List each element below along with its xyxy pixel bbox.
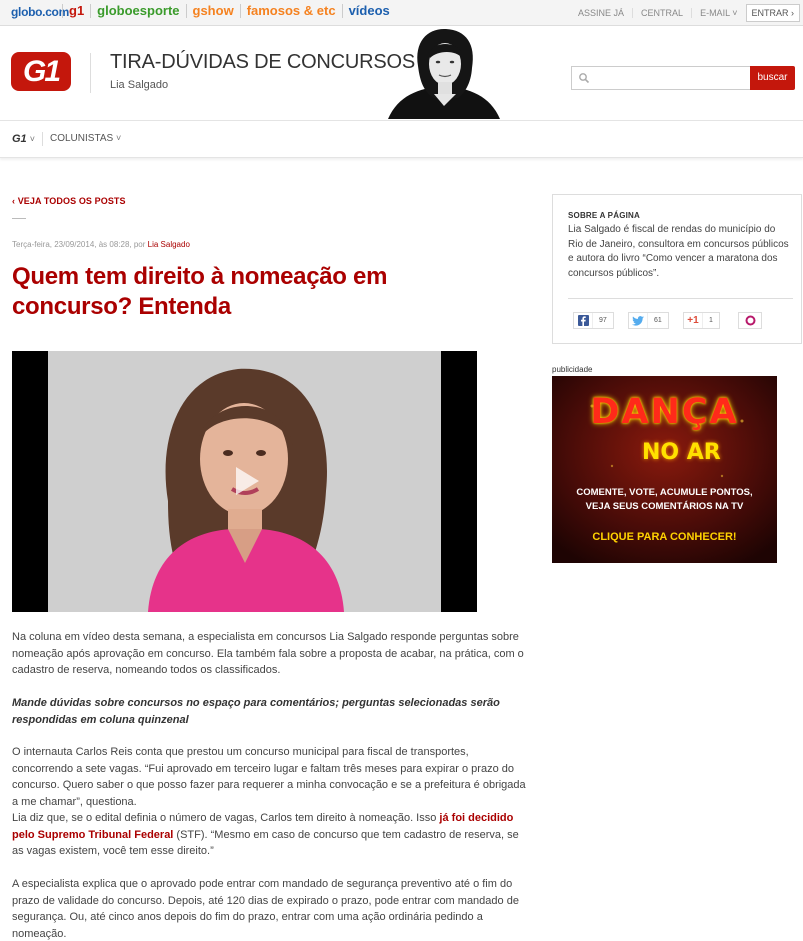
post-paragraph: Lia diz que, se o edital definia o númer… [12, 810, 532, 860]
author-portrait [388, 28, 500, 119]
ad-line-2: VEJA SEUS COMENTÁRIOS NA TV [585, 501, 744, 512]
gplus-icon: +1 [687, 315, 699, 326]
account-links: ASSINE JÁ CENTRAL E-MAIL ˅ ENTRAR › [570, 0, 803, 25]
post-author-link[interactable]: Lia Salgado [148, 240, 190, 249]
subscribe-link[interactable]: ASSINE JÁ [570, 8, 632, 18]
paragraph-text: Lia diz que, se o edital definia o númer… [12, 812, 440, 824]
callout-text: Mande dúvidas sobre concursos no espaço … [12, 697, 500, 726]
video-player[interactable] [12, 351, 477, 612]
about-box: SOBRE A PÁGINA Lia Salgado é fiscal de r… [552, 194, 802, 344]
site-famosos-link[interactable]: famosos & etc [239, 4, 342, 18]
search-input[interactable] [594, 69, 744, 87]
post-paragraph-callout: Mande dúvidas sobre concursos no espaço … [12, 695, 532, 728]
search-box [571, 66, 751, 90]
post-title: Quem tem direito à nomeação em concurso?… [12, 263, 388, 320]
ad-text: COMENTE, VOTE, ACUMULE PONTOS, VEJA SEUS… [552, 486, 777, 514]
sites-menu: g1 globoesporte gshow famosos & etc víde… [62, 4, 396, 18]
search-icon [579, 73, 590, 84]
search-button[interactable]: buscar [750, 66, 795, 90]
facebook-share-button[interactable]: 97 [573, 312, 614, 329]
chevron-down-icon: ˅ [115, 133, 122, 143]
about-label: SOBRE A PÁGINA [568, 211, 640, 220]
post-paragraph: O internauta Carlos Reis conta que prest… [12, 746, 526, 808]
g1-logo[interactable]: G1 [11, 52, 71, 91]
globo-com-link[interactable]: globo.com [11, 5, 69, 19]
divider [12, 218, 26, 219]
post-paragraph: Na coluna em vídeo desta semana, a espec… [12, 631, 524, 676]
nav-colunistas-menu[interactable]: COLUNISTAS ˅ [50, 133, 121, 144]
site-gshow-link[interactable]: gshow [185, 4, 240, 18]
nav-colunistas-label: COLUNISTAS [50, 133, 114, 144]
back-to-posts-link[interactable]: ‹ VEJA TODOS OS POSTS [12, 196, 126, 206]
facebook-count: 97 [592, 313, 613, 328]
section-nav: G1 ˅ COLUNISTAS ˅ [0, 120, 803, 158]
more-share-button[interactable] [738, 312, 762, 329]
post-dateline: Terça-feira, 23/09/2014, às 08:28, por L… [12, 240, 190, 249]
ad-cta[interactable]: CLIQUE PARA CONHECER! [552, 531, 777, 543]
post-date: Terça-feira, 23/09/2014, às 08:28, por [12, 240, 148, 249]
circle-share-icon [741, 313, 759, 328]
post-paragraph: A especialista explica que o aprovado po… [12, 878, 519, 940]
central-link[interactable]: CENTRAL [632, 7, 691, 18]
header-divider [90, 53, 91, 93]
site-g1-link[interactable]: g1 [62, 4, 90, 18]
nav-g1-label: G1 [12, 133, 27, 145]
site-videos-link[interactable]: vídeos [341, 4, 396, 18]
about-divider [568, 298, 793, 299]
blog-author: Lia Salgado [110, 79, 169, 91]
twitter-icon [629, 313, 647, 328]
blog-title[interactable]: TIRA-DÚVIDAS DE CONCURSOS [110, 51, 415, 74]
nav-g1-menu[interactable]: G1 ˅ [12, 133, 35, 145]
play-icon[interactable] [232, 464, 262, 498]
gplus-share-button[interactable]: +1 1 [683, 312, 720, 329]
ad-subtitle: NO AR [642, 440, 721, 465]
login-button[interactable]: ENTRAR › [745, 3, 800, 22]
ad-line-1: COMENTE, VOTE, ACUMULE PONTOS, [576, 487, 753, 498]
facebook-icon [574, 313, 592, 328]
ad-banner[interactable]: DANÇA NO AR COMENTE, VOTE, ACUMULE PONTO… [552, 376, 777, 563]
email-link[interactable]: E-MAIL ˅ [691, 7, 745, 18]
nav-divider [42, 132, 43, 146]
globo-topbar: globo.com g1 globoesporte gshow famosos … [0, 0, 803, 26]
gplus-count: 1 [702, 313, 719, 328]
site-globoesporte-link[interactable]: globoesporte [90, 4, 185, 18]
blog-header: G1 TIRA-DÚVIDAS DE CONCURSOS Lia Salgado… [0, 26, 803, 120]
chevron-down-icon: ˅ [29, 134, 36, 144]
twitter-share-button[interactable]: 61 [628, 312, 669, 329]
ad-title: DANÇA [590, 392, 739, 432]
ad-label: publicidade [552, 365, 593, 374]
twitter-count: 61 [647, 313, 668, 328]
about-text: Lia Salgado é fiscal de rendas do municí… [568, 224, 789, 279]
